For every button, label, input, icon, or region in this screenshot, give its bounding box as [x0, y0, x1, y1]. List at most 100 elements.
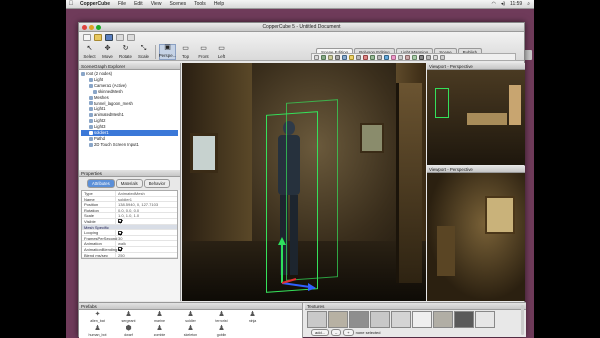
prefab-item[interactable]: ⬢ dwarf — [113, 325, 144, 338]
add-plane-icon[interactable] — [335, 54, 340, 60]
prefab-item[interactable]: ♟ goblin — [206, 325, 237, 338]
property-value[interactable]: 0.0, 0.0, 0.0 — [116, 208, 177, 213]
gizmo-x-axis[interactable] — [281, 278, 297, 284]
more-icon[interactable] — [440, 54, 445, 60]
prefab-item[interactable]: ✦ alien_bat — [82, 311, 113, 324]
texture-thumbnail[interactable] — [412, 311, 432, 328]
zoom-window-icon[interactable] — [96, 25, 101, 30]
tool-rotate-button[interactable]: ↻ Rotate — [117, 44, 134, 60]
add-texture-button[interactable]: add... — [311, 329, 330, 336]
tab-materials[interactable]: Materials — [115, 179, 143, 188]
apple-menu-icon[interactable]:  — [66, 1, 76, 7]
add-sphere-icon[interactable] — [321, 54, 326, 60]
add-particle-icon[interactable] — [391, 54, 396, 60]
gizmo-z-axis[interactable] — [281, 282, 311, 288]
add-sound-icon[interactable] — [398, 54, 403, 60]
texture-thumbnail[interactable] — [328, 311, 348, 328]
prefab-item[interactable]: ♟ zombie — [144, 325, 175, 338]
property-value[interactable]: 250 — [116, 253, 177, 258]
prefab-item[interactable]: ♟ terrorist — [206, 311, 237, 324]
view-perspective-button[interactable]: ▣ Perspe... — [159, 44, 176, 60]
textures-scrollbar[interactable] — [521, 305, 524, 335]
prefab-item[interactable] — [237, 325, 268, 338]
menu-edit[interactable]: Edit — [130, 1, 147, 7]
close-window-icon[interactable] — [82, 25, 87, 30]
menu-view[interactable]: View — [147, 1, 166, 7]
add-gear-icon[interactable] — [419, 54, 424, 60]
texture-thumbnail[interactable] — [307, 311, 327, 328]
move-gizmo[interactable] — [262, 223, 332, 293]
property-value[interactable]: 30 — [116, 236, 177, 241]
save-icon[interactable] — [105, 34, 113, 41]
checkbox-checked-icon[interactable] — [118, 247, 122, 252]
texture-thumbnail[interactable] — [454, 311, 474, 328]
add-water-icon[interactable] — [384, 54, 389, 60]
texture-thumbnail[interactable] — [391, 311, 411, 328]
checkbox-checked-icon[interactable] — [118, 219, 122, 224]
texture-thumbnail[interactable] — [349, 311, 369, 328]
remove-texture-button[interactable]: – — [331, 329, 342, 336]
tool-select-button[interactable]: ↖ Select — [81, 44, 98, 60]
redo-icon[interactable] — [127, 34, 135, 41]
add-cube-icon[interactable] — [314, 54, 319, 60]
add-light-icon[interactable] — [349, 54, 354, 60]
tool-move-button[interactable]: ✥ Move — [99, 44, 116, 60]
tab-behavior[interactable]: Behavior — [143, 179, 171, 188]
checkbox-checked-icon[interactable] — [118, 230, 122, 235]
prefab-item[interactable]: ♟ marine — [144, 311, 175, 324]
view-left-button[interactable]: ▭ Left — [213, 44, 230, 60]
viewport-top-right[interactable]: Viewport - Perspective — [427, 63, 525, 165]
wifi-icon[interactable]: ◠ — [491, 1, 495, 7]
texture-thumbnail[interactable] — [370, 311, 390, 328]
clone-node-icon[interactable] — [433, 54, 438, 60]
scenegraph-node[interactable]: 2D Touch Screen Input1 — [81, 142, 178, 148]
menu-help[interactable]: Help — [210, 1, 228, 7]
menu-tools[interactable]: Tools — [190, 1, 210, 7]
property-checkbox[interactable] — [116, 219, 177, 224]
menu-file[interactable]: File — [114, 1, 130, 7]
add-cylinder-icon[interactable] — [328, 54, 333, 60]
property-checkbox[interactable] — [116, 247, 177, 252]
property-checkbox[interactable] — [116, 230, 177, 235]
property-value[interactable]: AnimatedMesh — [116, 191, 177, 196]
open-folder-icon[interactable] — [94, 34, 102, 41]
tool-scale-button[interactable]: ⤡ Scale — [135, 44, 152, 60]
prefab-item[interactable]: ♟ skeleton — [175, 325, 206, 338]
add-path-icon[interactable] — [377, 54, 382, 60]
new-file-icon[interactable] — [83, 34, 91, 41]
desktop-drive-icon[interactable] — [524, 50, 532, 60]
add-2d-overlay-icon[interactable] — [405, 54, 410, 60]
undo-icon[interactable] — [116, 34, 124, 41]
prefab-item[interactable] — [268, 311, 299, 324]
minimize-window-icon[interactable] — [89, 25, 94, 30]
tab-attributes[interactable]: Attributes — [87, 179, 115, 188]
property-value[interactable]: 138.5940, 0, 127.7103 — [116, 202, 177, 207]
property-value[interactable]: 1.0, 1.0, 1.0 — [116, 213, 177, 218]
scenegraph-tree[interactable]: root (2 nodes) Light Camera1 (Active) skinn… — [79, 70, 180, 170]
viewport-bottom-right[interactable]: Viewport - Perspective — [427, 166, 525, 301]
add-skybox-icon[interactable] — [342, 54, 347, 60]
property-value[interactable]: soldier1 — [116, 197, 177, 202]
spotlight-icon[interactable]: ⌕ — [527, 1, 530, 7]
volume-icon[interactable]: ◂) — [501, 1, 505, 7]
texture-options-button[interactable]: + — [343, 329, 354, 336]
add-billboard-icon[interactable] — [363, 54, 368, 60]
property-value[interactable]: walk — [116, 241, 177, 246]
texture-thumbnail[interactable] — [475, 311, 495, 328]
clock[interactable]: 11:59 — [510, 1, 522, 7]
prefab-item[interactable]: ♟ human_bot — [82, 325, 113, 338]
add-mesh-icon[interactable] — [412, 54, 417, 60]
view-top-button[interactable]: ▭ Top — [177, 44, 194, 60]
add-terrain-icon[interactable] — [370, 54, 375, 60]
prefab-item[interactable]: ♟ ninja — [237, 311, 268, 324]
menu-scenes[interactable]: Scenes — [165, 1, 190, 7]
main-3d-viewport[interactable] — [182, 63, 426, 301]
prefab-item[interactable]: ♟ soldier — [175, 311, 206, 324]
menu-app-name[interactable]: CopperCube — [76, 1, 114, 7]
delete-node-icon[interactable] — [426, 54, 431, 60]
texture-thumbnail[interactable] — [433, 311, 453, 328]
add-camera-icon[interactable] — [356, 54, 361, 60]
view-front-button[interactable]: ▭ Front — [195, 44, 212, 60]
prefab-item[interactable] — [268, 325, 299, 338]
prefab-item[interactable]: ♟ sergeant — [113, 311, 144, 324]
